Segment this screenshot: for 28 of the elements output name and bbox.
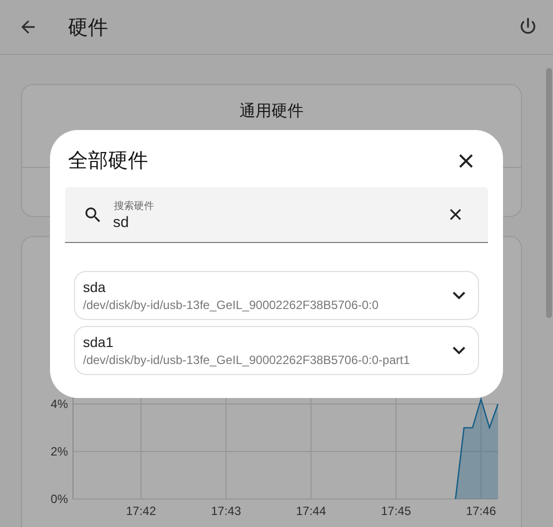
x-tick-label: 17:43 (210, 504, 242, 518)
item-path: /dev/disk/by-id/usb-13fe_GeIL_90002262F38B5706-0:0-part1 (83, 353, 411, 367)
search-input[interactable]: sd (113, 214, 439, 230)
field-label: 搜索硬件 (114, 200, 155, 212)
y-tick-label: 0% (50, 492, 68, 506)
close-icon (458, 152, 474, 168)
item-name: sda1 (83, 334, 114, 350)
hardware-item[interactable]: sda /dev/disk/by-id/usb-13fe_GeIL_90002262F38B5706-0:0 (74, 271, 479, 320)
chevron-down-icon (452, 291, 466, 300)
x-tick-label: 17:42 (126, 504, 156, 518)
card-title: 通用硬件 (240, 102, 304, 122)
scrollbar-thumb[interactable] (546, 68, 552, 318)
hardware-item[interactable]: sda1 /dev/disk/by-id/usb-13fe_GeIL_90002262F38B5706-0:0-part1 (74, 326, 479, 375)
item-name: sda (83, 279, 107, 295)
x-tick-label: 17:45 (380, 504, 412, 518)
chevron-down-icon (452, 346, 466, 355)
close-button[interactable] (458, 152, 474, 168)
page-title: 硬件 (68, 16, 109, 40)
search-icon (83, 204, 103, 224)
x-tick-label: 17:46 (466, 504, 496, 518)
clear-icon (449, 208, 462, 221)
clear-button[interactable] (449, 208, 462, 221)
y-tick-label: 4% (50, 397, 68, 411)
dialog-title: 全部硬件 (68, 149, 148, 174)
item-path: /dev/disk/by-id/usb-13fe_GeIL_90002262F38B5706-0:0 (83, 298, 380, 312)
y-tick-label: 2% (50, 444, 68, 458)
x-tick-label: 17:44 (296, 504, 326, 518)
search-field[interactable]: 搜索硬件 sd (65, 187, 488, 243)
